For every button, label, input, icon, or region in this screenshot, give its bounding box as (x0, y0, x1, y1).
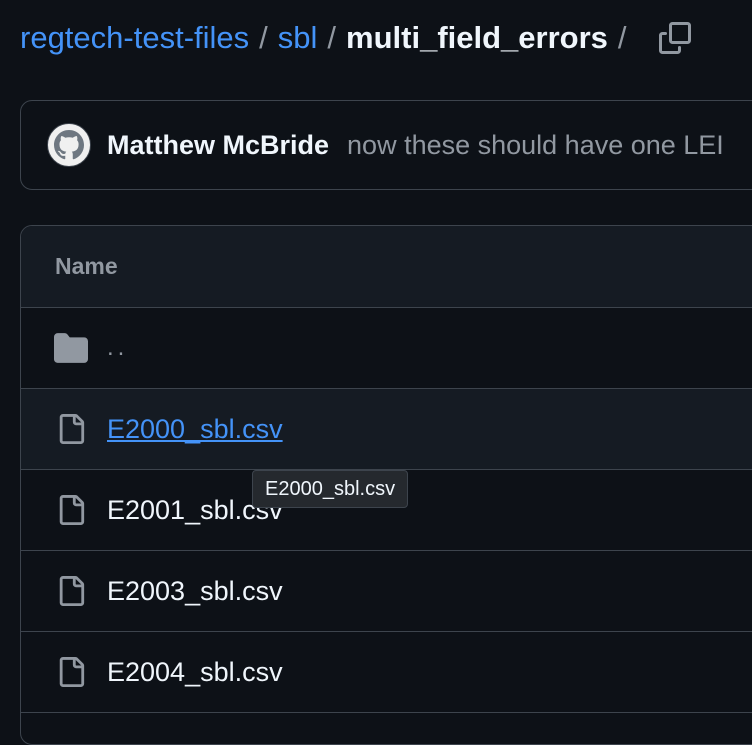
commit-message-link[interactable]: now these should have one LEI (347, 130, 724, 161)
folder-icon (53, 330, 89, 366)
file-link[interactable]: E2000_sbl.csv (107, 414, 283, 445)
file-icon (53, 654, 89, 690)
file-row[interactable]: E2000_sbl.csv (21, 389, 752, 470)
file-row[interactable]: E2004_sbl.csv (21, 632, 752, 713)
breadcrumb-repo-link[interactable]: regtech-test-files (20, 20, 249, 56)
breadcrumb-current: multi_field_errors (346, 20, 608, 55)
breadcrumb-separator: / (259, 20, 268, 55)
file-icon (53, 492, 89, 528)
author-avatar[interactable] (47, 123, 91, 167)
file-row[interactable]: E2003_sbl.csv (21, 551, 752, 632)
file-link[interactable]: E2003_sbl.csv (107, 576, 283, 607)
file-name-tooltip: E2000_sbl.csv (252, 470, 409, 508)
parent-directory-row[interactable]: .. (21, 308, 752, 389)
breadcrumb-folder-link[interactable]: sbl (278, 20, 318, 56)
breadcrumb-separator: / (327, 20, 337, 55)
file-icon (53, 573, 89, 609)
copy-path-button[interactable] (657, 20, 693, 56)
breadcrumb-separator: / (617, 20, 627, 55)
file-icon (53, 411, 89, 447)
table-header-name: Name (21, 226, 752, 308)
latest-commit-bar: Matthew McBride now these should have on… (20, 100, 752, 190)
copy-icon (658, 22, 691, 54)
commit-author-link[interactable]: Matthew McBride (107, 130, 329, 161)
file-link[interactable]: E2004_sbl.csv (107, 657, 283, 688)
breadcrumb: regtech-test-files / sbl / multi_field_e… (20, 16, 693, 60)
parent-directory-label: .. (107, 334, 129, 361)
github-octocat-icon (54, 130, 84, 160)
